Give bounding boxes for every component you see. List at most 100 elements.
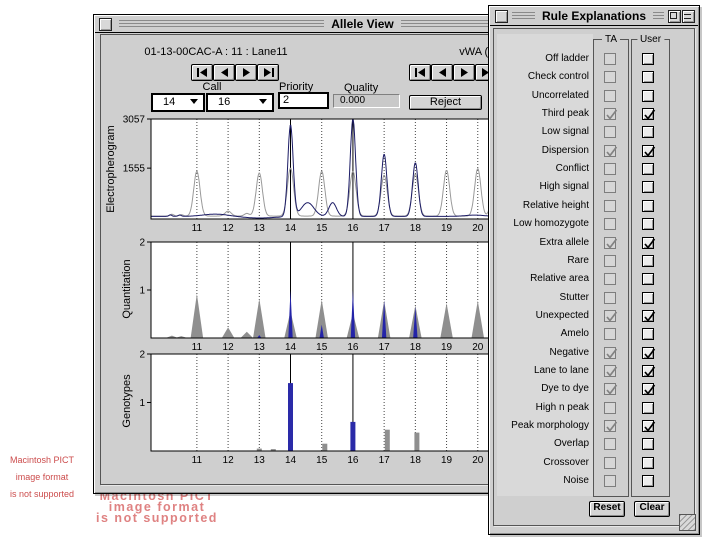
ta-checkbox [604, 236, 618, 249]
rule-label: Amelo [560, 328, 589, 340]
rule-label: Relative height [522, 199, 589, 211]
last-icon [263, 68, 274, 77]
call-popup-2[interactable]: 16 [206, 93, 274, 112]
checkmark-icon [606, 109, 618, 120]
sample-nav-next-button[interactable] [235, 64, 257, 81]
user-checkbox[interactable] [642, 199, 654, 212]
resize-grip-icon[interactable] [679, 514, 696, 531]
x-tick-label: 16 [347, 223, 359, 233]
user-checkbox[interactable] [642, 126, 654, 139]
clear-button[interactable]: Clear [634, 501, 670, 517]
ta-checkbox [604, 383, 618, 396]
checkmark-icon [606, 384, 618, 396]
user-checkbox[interactable] [642, 438, 654, 451]
rule-label: Lane to lane [533, 364, 589, 376]
x-tick-label: 12 [223, 455, 235, 465]
ta-checkbox [604, 475, 616, 488]
user-checkbox[interactable] [642, 163, 654, 176]
priority-input[interactable]: 2 [278, 92, 329, 109]
ta-checkbox [604, 108, 618, 121]
genotype-bar [322, 443, 328, 451]
call-popup-1[interactable]: 14 [151, 93, 205, 112]
x-tick-label: 20 [472, 223, 484, 233]
ta-checkbox [604, 199, 616, 212]
y-tick-label: 2 [139, 350, 145, 361]
x-tick-label: 17 [379, 455, 391, 465]
sample-nav-first-button[interactable] [191, 64, 213, 81]
checkmark-icon [606, 348, 618, 359]
genotypes-chart: 2111 12 13 14 15 16 17 18 19 20 [139, 350, 494, 465]
rule-label: Check control [527, 71, 589, 83]
rule-row: Unexpected [489, 307, 699, 325]
rule-row: Extra allele [489, 234, 699, 252]
rule-row: Crossover [489, 454, 699, 472]
rule-row: Off ladder [489, 50, 699, 68]
user-checkbox[interactable] [642, 328, 654, 341]
first-icon [196, 68, 207, 77]
user-checkbox[interactable] [642, 53, 654, 65]
rule-label: Dispersion [541, 144, 589, 156]
rule-label: High n peak [535, 401, 589, 413]
checkmark-icon [644, 421, 656, 432]
checkmark-icon [644, 384, 656, 396]
rule-row: Dye to dye [489, 380, 699, 398]
x-tick-label: 19 [441, 455, 453, 465]
ta-checkbox [604, 254, 616, 267]
user-checkbox[interactable] [642, 218, 654, 231]
sample-nav-prev-button[interactable] [213, 64, 235, 81]
user-checkbox[interactable] [642, 89, 654, 102]
user-checkbox[interactable] [642, 401, 654, 414]
x-tick-label: 12 [223, 223, 235, 233]
user-checkbox[interactable] [642, 181, 654, 194]
reject-button[interactable]: Reject [409, 95, 482, 110]
user-checkbox[interactable] [642, 291, 654, 304]
call-popup-1-value: 14 [163, 96, 176, 108]
rule-row: Relative height [489, 197, 699, 215]
rule-row: Dispersion [489, 142, 699, 160]
rule-label: Off ladder [545, 53, 589, 64]
first-icon [414, 68, 425, 77]
ta-checkbox [604, 328, 616, 341]
sample-label: 01-13-00CAC-A : 11 : Lane11 [144, 46, 288, 58]
rule-row: Conflict [489, 160, 699, 178]
checkmark-icon [644, 109, 656, 120]
user-checkbox[interactable] [642, 475, 654, 488]
user-checkbox[interactable] [642, 383, 656, 396]
user-checkbox[interactable] [642, 71, 654, 84]
rule-row: Low homozygote [489, 215, 699, 233]
checkmark-icon [606, 311, 618, 322]
user-checkbox[interactable] [642, 364, 656, 377]
checkmark-icon [606, 237, 618, 249]
rule-label: High signal [539, 181, 589, 193]
ta-checkbox [604, 456, 616, 469]
rule-row: Overlap [489, 435, 699, 453]
rule-label: Relative area [530, 273, 589, 285]
call-label: Call [202, 81, 222, 93]
rule-row: Negative [489, 344, 699, 362]
user-checkbox[interactable] [642, 236, 656, 249]
user-checkbox[interactable] [642, 144, 656, 157]
sample-nav-last-button[interactable] [257, 64, 279, 81]
ta-checkbox [604, 126, 616, 139]
x-tick-label: 14 [285, 455, 297, 465]
x-tick-label: 11 [192, 455, 203, 465]
user-checkbox[interactable] [642, 309, 656, 322]
user-checkbox[interactable] [642, 108, 656, 121]
x-tick-label: 13 [254, 223, 266, 233]
user-checkbox[interactable] [642, 420, 656, 432]
user-checkbox[interactable] [642, 456, 654, 469]
close-box-icon[interactable] [99, 18, 112, 31]
locus-nav-first-button[interactable] [409, 64, 431, 81]
rule-label: Negative [549, 346, 589, 358]
user-checkbox[interactable] [642, 254, 654, 267]
user-checkbox[interactable] [642, 273, 654, 286]
locus-nav-next-button[interactable] [453, 64, 475, 81]
user-checkbox[interactable] [642, 346, 656, 359]
rule-row: Uncorrelated [489, 87, 699, 105]
locus-nav-prev-button[interactable] [431, 64, 453, 81]
reset-button[interactable]: Reset [589, 501, 625, 517]
y-tick-label: 3057 [123, 115, 146, 126]
rule-row: Relative area [489, 270, 699, 288]
ta-checkbox [604, 346, 618, 359]
call-popup-2-value: 16 [218, 96, 231, 108]
